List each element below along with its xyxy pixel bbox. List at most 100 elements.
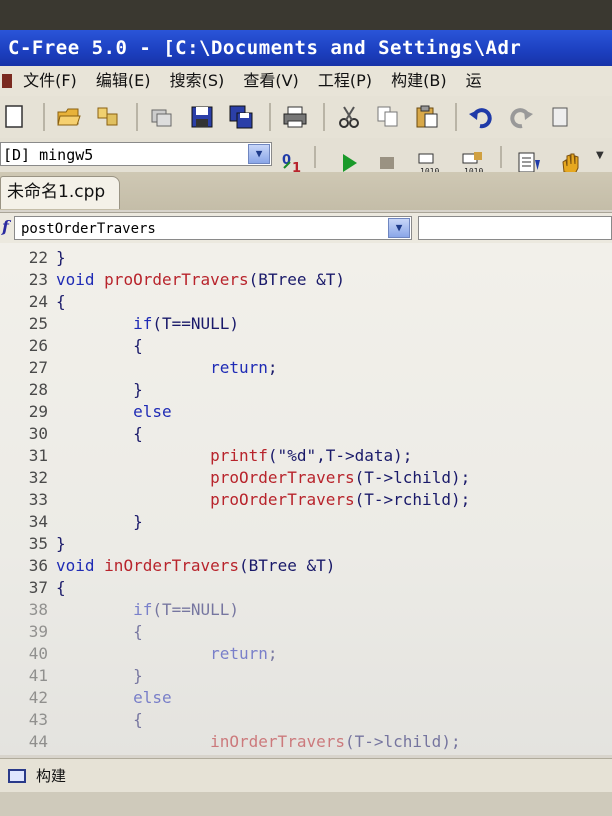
list-icon[interactable]: [516, 150, 542, 172]
code-line: 42 else: [0, 687, 612, 709]
code-text: }: [56, 534, 66, 553]
close-file-icon[interactable]: [149, 104, 175, 130]
toolbar-separator: [322, 103, 325, 131]
print-icon[interactable]: [282, 104, 308, 130]
code-line: 25 if(T==NULL): [0, 313, 612, 335]
build-icon[interactable]: 1010: [416, 150, 442, 172]
line-number: 26: [28, 336, 48, 355]
line-number: 25: [28, 314, 48, 333]
build-toolbar: [D] mingw5 ▼ 01 1010 1010 ▼: [0, 138, 612, 172]
code-text: else: [133, 688, 172, 707]
save-all-icon[interactable]: [228, 104, 254, 130]
line-number: 38: [28, 600, 48, 619]
code-text: {: [56, 424, 143, 443]
code-text: else: [133, 402, 172, 421]
code-line: 23 void proOrderTravers(BTree &T): [0, 269, 612, 291]
new-file-icon[interactable]: [2, 104, 28, 130]
line-number: 27: [28, 358, 48, 377]
line-number: 44: [28, 732, 48, 751]
open-recent-icon[interactable]: [95, 104, 121, 130]
function-select[interactable]: postOrderTravers ▼: [14, 216, 412, 240]
code-line: 38 if(T==NULL): [0, 599, 612, 621]
menu-bar: 文件(F) 编辑(E) 搜索(S) 查看(V) 工程(P) 构建(B) 运: [0, 66, 612, 96]
build-panel-icon: [8, 769, 26, 783]
line-number: 41: [28, 666, 48, 685]
output-panel-tab[interactable]: 构建: [0, 758, 612, 793]
code-text: proOrderTravers(T->rchild);: [210, 490, 471, 509]
code-text: }: [56, 380, 143, 399]
code-text: {: [56, 578, 66, 597]
code-line: 41 }: [0, 665, 612, 687]
chevron-down-icon[interactable]: ▼: [248, 144, 270, 164]
line-number: 29: [28, 402, 48, 421]
undo-icon[interactable]: [468, 104, 494, 130]
menu-search[interactable]: 搜索(S): [170, 66, 225, 96]
app-menu-icon[interactable]: [2, 74, 12, 88]
menu-view[interactable]: 查看(V): [243, 66, 298, 96]
chevron-down-icon[interactable]: ▼: [388, 218, 410, 238]
cut-icon[interactable]: [336, 104, 362, 130]
window-title: C-Free 5.0 - [C:\Documents and Settings\…: [8, 37, 522, 59]
rebuild-icon[interactable]: 1010: [460, 150, 486, 172]
toolbar-separator: [500, 146, 502, 168]
line-number: 42: [28, 688, 48, 707]
function-secondary-field[interactable]: [418, 216, 612, 240]
title-bar: C-Free 5.0 - [C:\Documents and Settings\…: [0, 30, 612, 66]
hand-icon[interactable]: [558, 150, 584, 172]
code-line: 43 {: [0, 709, 612, 731]
code-text: }: [56, 666, 143, 685]
stop-icon[interactable]: [374, 150, 400, 172]
open-folder-icon[interactable]: [56, 104, 82, 130]
tab-untitled-cpp[interactable]: 未命名1.cpp: [0, 176, 121, 209]
redo-icon[interactable]: [508, 104, 534, 130]
compile-icon[interactable]: 01: [280, 150, 306, 172]
code-line: 29 else: [0, 401, 612, 423]
code-line: 40 return;: [0, 643, 612, 665]
tab-label: 未命名1.cpp: [7, 182, 106, 202]
code-line: 31 printf("%d",T->data);: [0, 445, 612, 467]
window-bottom-edge: [0, 792, 612, 816]
code-editor[interactable]: 22} 23 void proOrderTravers(BTree &T) 24{25…: [0, 243, 612, 755]
code-line: 37 {: [0, 577, 612, 599]
bookmark-icon[interactable]: [547, 104, 573, 130]
menu-project[interactable]: 工程(P): [318, 66, 372, 96]
code-text: {: [56, 292, 66, 311]
compiler-select-value: [D] mingw5: [3, 146, 94, 164]
run-icon[interactable]: [336, 150, 362, 172]
line-number: 37: [28, 578, 48, 597]
menu-file[interactable]: 文件(F): [23, 66, 77, 96]
function-select-value: postOrderTravers: [21, 221, 156, 237]
menu-build[interactable]: 构建(B): [391, 66, 446, 96]
code-line: 30 {: [0, 423, 612, 445]
line-number: 33: [28, 490, 48, 509]
code-line: 39 {: [0, 621, 612, 643]
line-number: 28: [28, 380, 48, 399]
line-number: 30: [28, 424, 48, 443]
code-line: 28 }: [0, 379, 612, 401]
toolbar-separator: [268, 103, 271, 131]
copy-icon[interactable]: [375, 104, 401, 130]
code-line: 36 void inOrderTravers(BTree &T): [0, 555, 612, 577]
compiler-select[interactable]: [D] mingw5 ▼: [0, 142, 272, 166]
code-text: proOrderTravers(T->lchild);: [210, 468, 471, 487]
toolbar-separator: [455, 103, 458, 131]
menu-run[interactable]: 运: [466, 66, 482, 96]
toolbar-overflow-icon[interactable]: ▼: [596, 150, 604, 161]
code-text: return;: [210, 358, 278, 377]
code-text: printf("%d",T->data);: [210, 446, 413, 465]
code-line: 33 proOrderTravers(T->rchild);: [0, 489, 612, 511]
code-line: 34 }: [0, 511, 612, 533]
function-bar: f postOrderTravers ▼: [0, 212, 612, 244]
main-toolbar: [0, 96, 612, 138]
menu-edit[interactable]: 编辑(E): [96, 66, 151, 96]
paste-icon[interactable]: [414, 104, 440, 130]
code-line: 32 proOrderTravers(T->lchild);: [0, 467, 612, 489]
save-icon[interactable]: [189, 104, 215, 130]
tab-bar: 未命名1.cpp: [0, 172, 612, 210]
build-panel-label: 构建: [36, 767, 67, 785]
code-text: }: [56, 512, 143, 531]
line-number: 43: [28, 710, 48, 729]
line-number: 36: [28, 556, 48, 575]
line-number: 39: [28, 622, 48, 641]
window-top-edge: [0, 0, 612, 30]
